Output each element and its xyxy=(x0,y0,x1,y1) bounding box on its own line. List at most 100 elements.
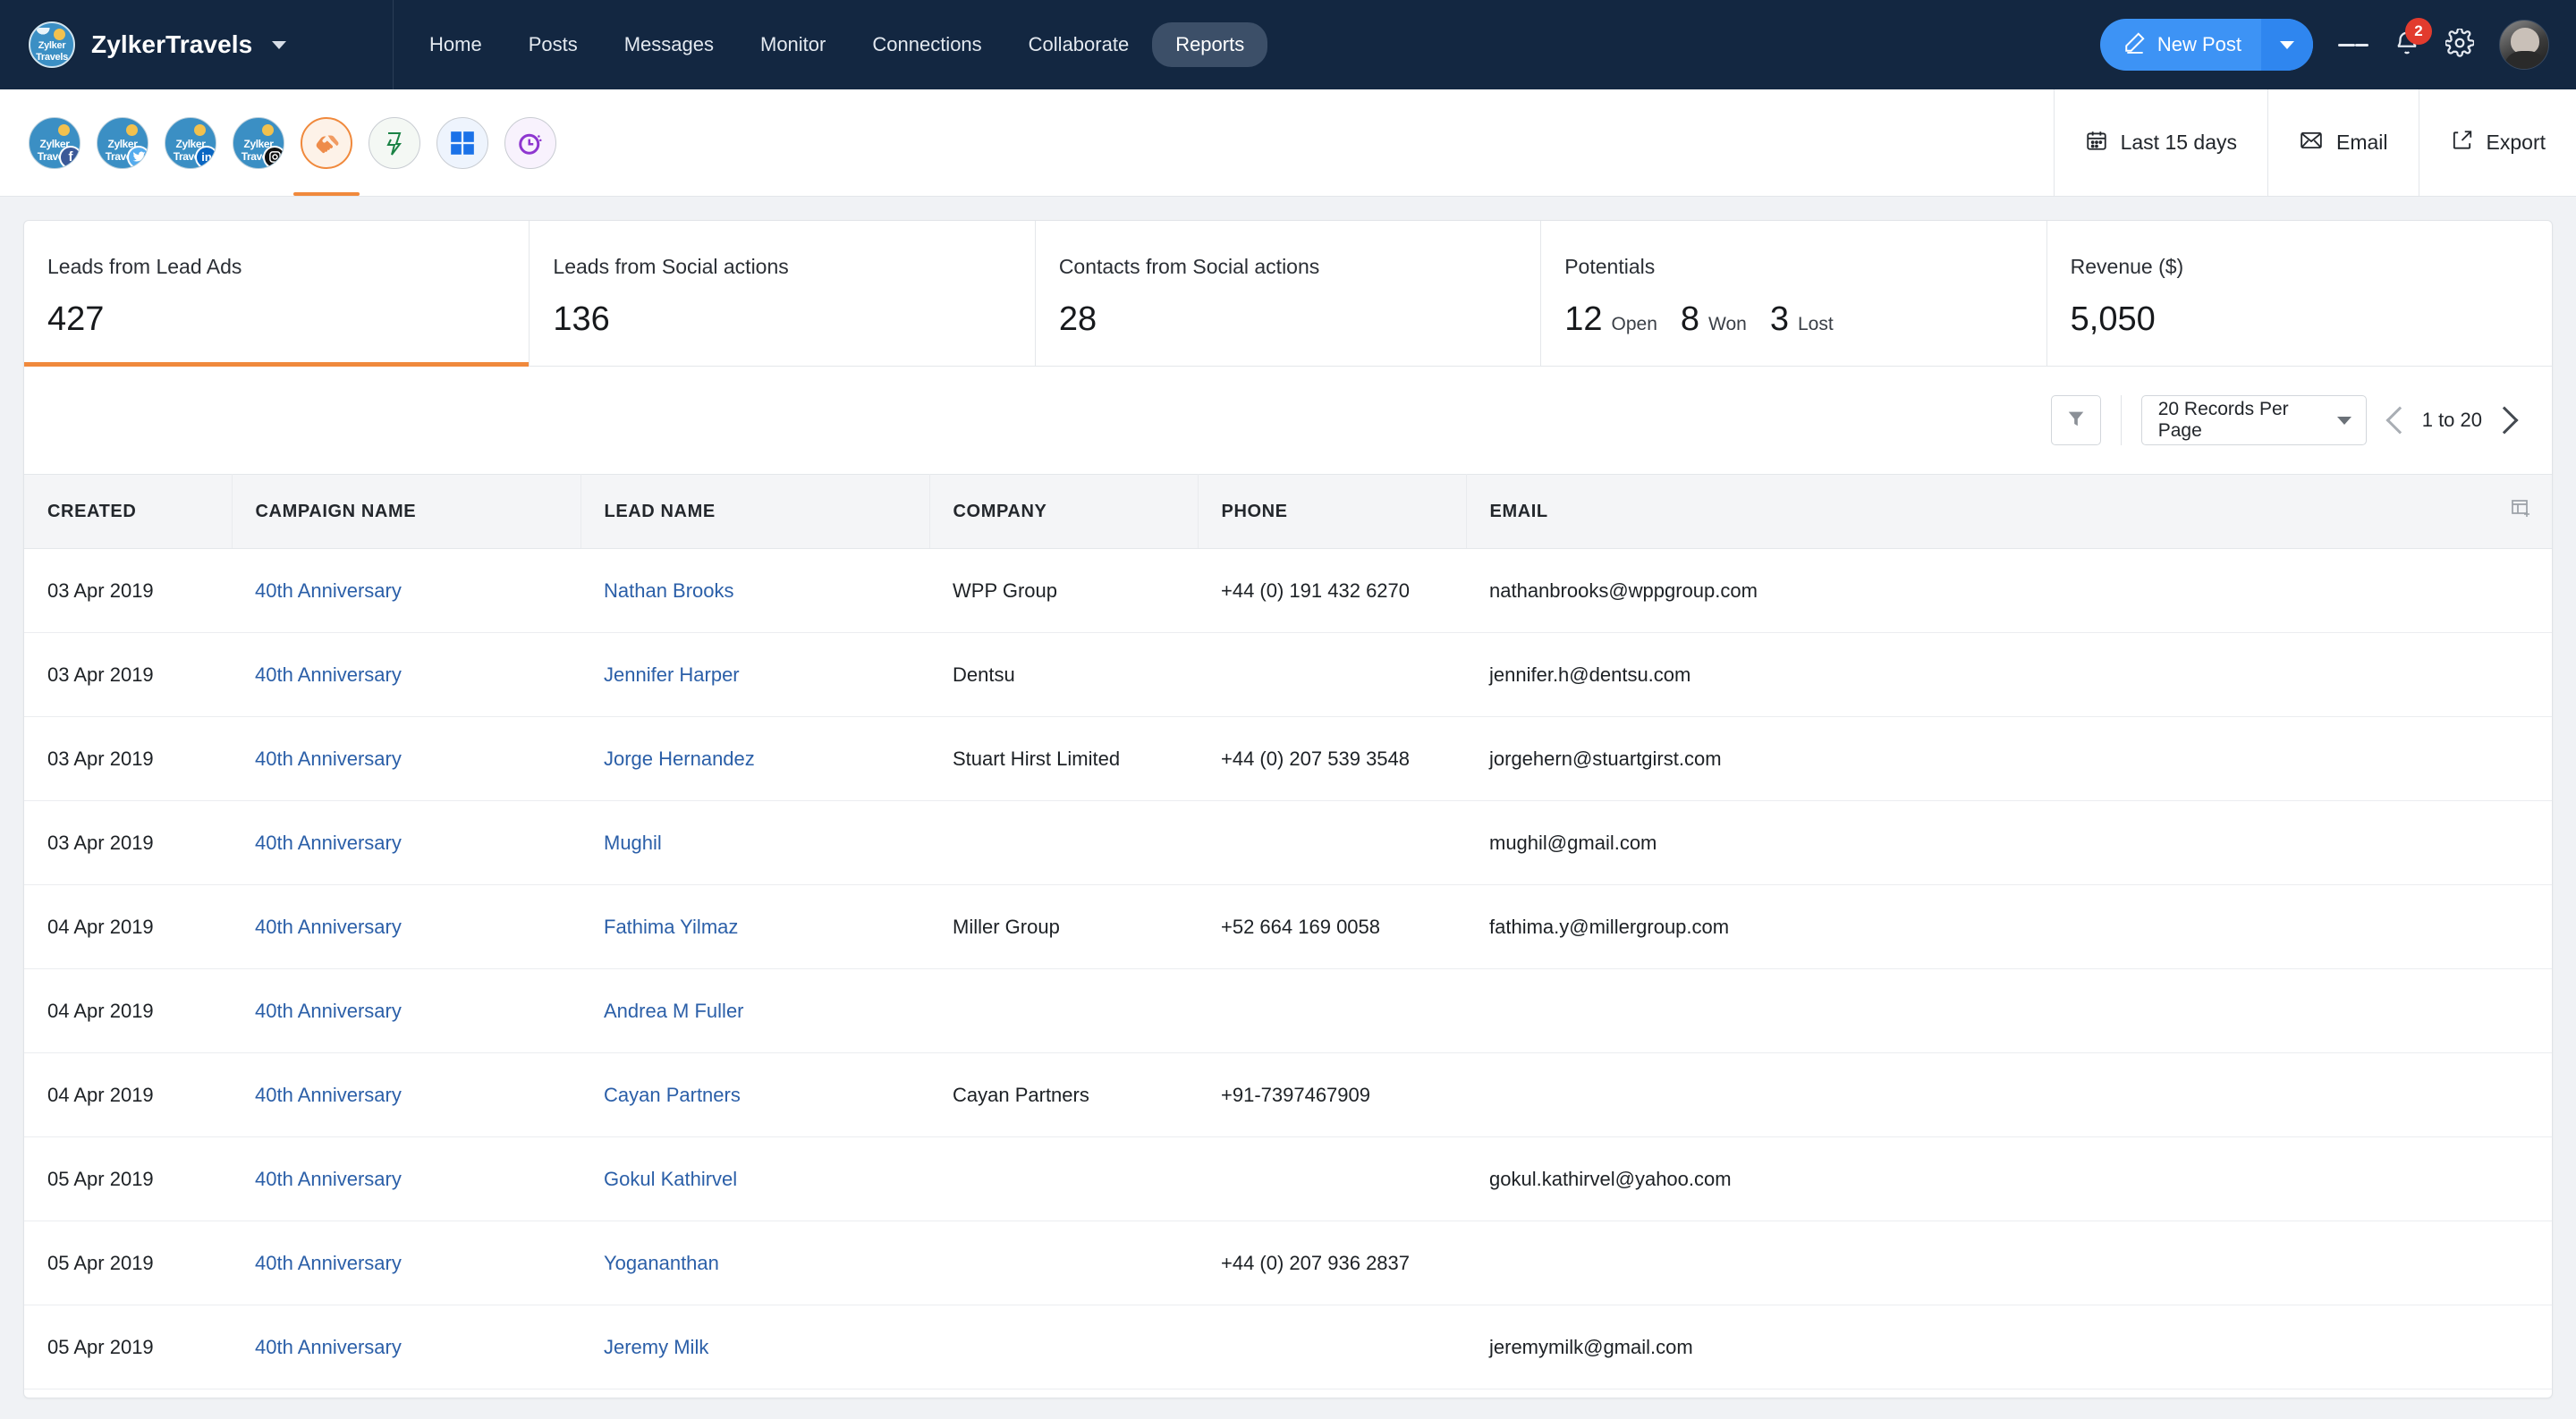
potentials-lost-label: Lost xyxy=(1798,314,1834,335)
chevron-down-icon[interactable] xyxy=(272,41,286,49)
table-row[interactable]: 03 Apr 2019 40th Anniversary Jorge Herna… xyxy=(24,717,2552,801)
channel-instagram[interactable]: Zylker Travels xyxy=(231,89,286,196)
zylker-travels-logo-icon: Zylker Travels in xyxy=(165,117,216,169)
cell-phone xyxy=(1198,633,1466,717)
cell-lead-link[interactable]: Cayan Partners xyxy=(580,1053,929,1137)
channel-linkedin[interactable]: Zylker Travels in xyxy=(163,89,218,196)
channel-facebook[interactable]: Zylker Travels f xyxy=(27,89,82,196)
column-header-created[interactable]: CREATED xyxy=(24,475,232,549)
column-header-company[interactable]: COMPANY xyxy=(929,475,1198,549)
cell-lead-link[interactable]: Jennifer Harper xyxy=(580,633,929,717)
table-row[interactable]: 03 Apr 2019 40th Anniversary Jennifer Ha… xyxy=(24,633,2552,717)
table-header: CREATED CAMPAIGN NAME LEAD NAME COMPANY … xyxy=(24,475,2552,549)
cell-lead-link[interactable]: Jeremy Milk xyxy=(580,1305,929,1389)
cell-company xyxy=(929,1221,1198,1305)
zylker-travels-logo-icon: Zylker Travels xyxy=(233,117,284,169)
channel-clock[interactable] xyxy=(503,89,558,196)
chevron-down-icon xyxy=(2280,41,2294,49)
records-per-page-select[interactable]: 20 Records Per Page xyxy=(2141,395,2367,445)
cell-campaign-link[interactable]: 40th Anniversary xyxy=(232,1053,580,1137)
cell-created: 03 Apr 2019 xyxy=(24,549,232,633)
cell-lead-link[interactable]: Jorge Hernandez xyxy=(580,717,929,801)
cell-campaign-link[interactable]: 40th Anniversary xyxy=(232,549,580,633)
column-header-email[interactable]: EMAIL xyxy=(1466,475,2552,549)
column-header-phone[interactable]: PHONE xyxy=(1198,475,1466,549)
kpi-potentials[interactable]: Potentials 12 Open 8 Won 3 Lost xyxy=(1541,221,2046,366)
menu-icon[interactable] xyxy=(2338,39,2368,51)
cell-company: Miller Group xyxy=(929,885,1198,969)
cell-lead-link[interactable]: Mughil xyxy=(580,801,929,885)
kpi-value: 136 xyxy=(553,300,1034,339)
cell-campaign-link[interactable]: 40th Anniversary xyxy=(232,1137,580,1221)
cell-campaign-link[interactable]: 40th Anniversary xyxy=(232,717,580,801)
cell-lead-link[interactable]: Yogananthan xyxy=(580,1221,929,1305)
nav-item-posts[interactable]: Posts xyxy=(505,22,601,67)
cell-lead-link[interactable]: Nathan Brooks xyxy=(580,549,929,633)
kpi-leads-from-lead-ads[interactable]: Leads from Lead Ads 427 xyxy=(24,221,530,366)
cell-created: 04 Apr 2019 xyxy=(24,969,232,1053)
kpi-label: Revenue ($) xyxy=(2071,255,2552,279)
column-header-lead-name[interactable]: LEAD NAME xyxy=(580,475,929,549)
cell-phone: +44 (0) 191 432 6270 xyxy=(1198,549,1466,633)
potentials-open-label: Open xyxy=(1612,314,1657,335)
nav-item-monitor[interactable]: Monitor xyxy=(737,22,849,67)
kpi-value: 28 xyxy=(1059,300,1540,339)
table-row[interactable]: 03 Apr 2019 40th Anniversary Nathan Broo… xyxy=(24,549,2552,633)
avatar[interactable] xyxy=(2499,20,2549,70)
potentials-open-count: 12 xyxy=(1564,300,1602,339)
kpi-revenue[interactable]: Revenue ($) 5,050 xyxy=(2047,221,2552,366)
channel-twitter[interactable]: Zylker Travels xyxy=(95,89,150,196)
nav-item-connections[interactable]: Connections xyxy=(849,22,1004,67)
new-post-dropdown-button[interactable] xyxy=(2261,19,2313,71)
kpi-potentials-breakdown: 12 Open 8 Won 3 Lost xyxy=(1564,300,2046,339)
cell-created: 05 Apr 2019 xyxy=(24,1305,232,1389)
cell-created: 03 Apr 2019 xyxy=(24,717,232,801)
export-button[interactable]: Export xyxy=(2419,89,2576,196)
add-column-icon[interactable] xyxy=(2511,498,2532,525)
cell-phone: +44 (0) 207 936 2837 xyxy=(1198,1221,1466,1305)
cell-campaign-link[interactable]: 40th Anniversary xyxy=(232,801,580,885)
chevron-right-icon[interactable] xyxy=(2490,406,2518,434)
settings-button[interactable] xyxy=(2445,29,2474,62)
new-post-label: New Post xyxy=(2157,33,2241,56)
nav-item-messages[interactable]: Messages xyxy=(601,22,737,67)
filter-button[interactable] xyxy=(2051,395,2101,445)
table-row[interactable]: 04 Apr 2019 40th Anniversary Cayan Partn… xyxy=(24,1053,2552,1137)
table-row[interactable]: 03 Apr 2019 40th Anniversary Mughil mugh… xyxy=(24,801,2552,885)
table-row[interactable]: 05 Apr 2019 40th Anniversary Jeremy Milk… xyxy=(24,1305,2552,1389)
kpi-contacts-from-social-actions[interactable]: Contacts from Social actions 28 xyxy=(1036,221,1541,366)
cell-email xyxy=(1466,969,2552,1053)
facebook-icon: f xyxy=(59,146,80,169)
column-header-campaign-name[interactable]: CAMPAIGN NAME xyxy=(232,475,580,549)
kpi-leads-from-social-actions[interactable]: Leads from Social actions 136 xyxy=(530,221,1035,366)
cell-campaign-link[interactable]: 40th Anniversary xyxy=(232,1305,580,1389)
channel-desk[interactable] xyxy=(367,89,422,196)
cell-campaign-link[interactable]: 40th Anniversary xyxy=(232,633,580,717)
nav-item-reports[interactable]: Reports xyxy=(1152,22,1267,67)
table-row[interactable]: 05 Apr 2019 40th Anniversary Gokul Kathi… xyxy=(24,1137,2552,1221)
cell-campaign-link[interactable]: 40th Anniversary xyxy=(232,885,580,969)
cell-lead-link[interactable]: Gokul Kathirvel xyxy=(580,1137,929,1221)
date-range-button[interactable]: Last 15 days xyxy=(2054,89,2267,196)
notifications-button[interactable]: 2 xyxy=(2394,29,2420,62)
channel-microsoft[interactable] xyxy=(435,89,490,196)
cell-campaign-link[interactable]: 40th Anniversary xyxy=(232,969,580,1053)
cell-company xyxy=(929,1305,1198,1389)
cell-campaign-link[interactable]: 40th Anniversary xyxy=(232,1221,580,1305)
nav-item-home[interactable]: Home xyxy=(406,22,505,67)
new-post-button[interactable]: New Post xyxy=(2100,19,2313,71)
cell-lead-link[interactable]: Fathima Yilmaz xyxy=(580,885,929,969)
cell-created: 03 Apr 2019 xyxy=(24,633,232,717)
pencil-icon xyxy=(2123,30,2147,59)
microsoft-icon xyxy=(436,117,488,169)
brand-switcher[interactable]: Zylker Travels ZylkerTravels xyxy=(0,0,394,89)
table-row[interactable]: 04 Apr 2019 40th Anniversary Andrea M Fu… xyxy=(24,969,2552,1053)
nav-item-collaborate[interactable]: Collaborate xyxy=(1005,22,1153,67)
table-row[interactable]: 05 Apr 2019 40th Anniversary Yogananthan… xyxy=(24,1221,2552,1305)
cell-phone: +44 (0) 207 539 3548 xyxy=(1198,717,1466,801)
email-button[interactable]: Email xyxy=(2267,89,2419,196)
cell-lead-link[interactable]: Andrea M Fuller xyxy=(580,969,929,1053)
chevron-left-icon[interactable] xyxy=(2385,406,2413,434)
channel-crm[interactable] xyxy=(299,89,354,196)
table-row[interactable]: 04 Apr 2019 40th Anniversary Fathima Yil… xyxy=(24,885,2552,969)
